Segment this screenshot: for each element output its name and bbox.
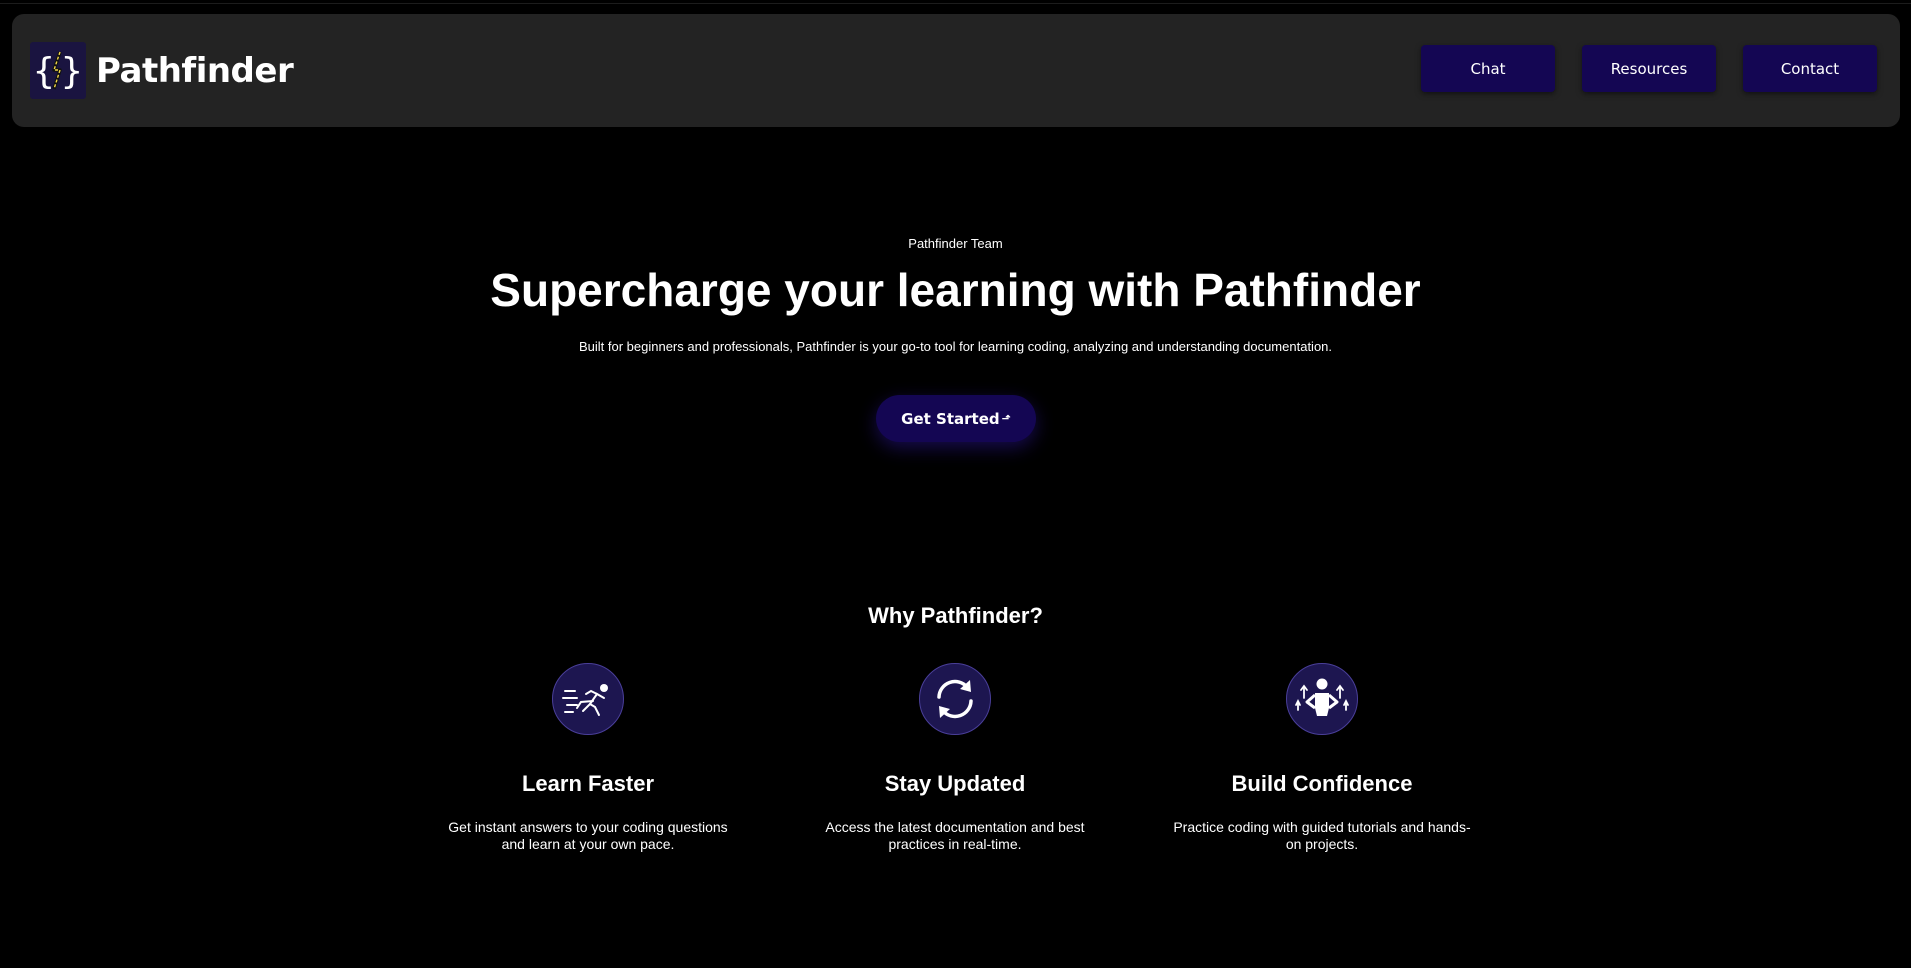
nav-resources-button[interactable]: Resources xyxy=(1582,45,1716,92)
confident-person-icon xyxy=(1286,663,1358,735)
navbar: { } Pathfinder Chat Resources Contact xyxy=(12,14,1900,127)
svg-text:{: { xyxy=(33,51,55,92)
hero-eyebrow: Pathfinder Team xyxy=(908,236,1003,251)
feature-stay-updated: Stay Updated Access the latest documenta… xyxy=(795,663,1115,853)
hero-subtitle: Built for beginners and professionals, P… xyxy=(578,339,1333,354)
feature-description: Practice coding with guided tutorials an… xyxy=(1173,819,1471,852)
svg-text:}: } xyxy=(61,51,83,92)
running-person-icon xyxy=(552,663,624,735)
brand-name: Pathfinder xyxy=(96,50,294,91)
nav-chat-button[interactable]: Chat xyxy=(1421,45,1555,92)
feature-title: Build Confidence xyxy=(1231,771,1413,796)
arrow-icon: ⬏ xyxy=(1001,412,1011,425)
feature-title: Learn Faster xyxy=(521,771,655,796)
top-divider xyxy=(0,3,1911,4)
get-started-label: Get Started xyxy=(901,409,1000,428)
feature-description: Get instant answers to your coding quest… xyxy=(448,819,728,852)
why-title: Why Pathfinder? xyxy=(868,603,1043,628)
feature-title: Stay Updated xyxy=(884,771,1026,796)
code-braces-lightning-icon: { } xyxy=(30,42,86,99)
refresh-icon xyxy=(919,663,991,735)
feature-build-confidence: Build Confidence Practice coding with gu… xyxy=(1162,663,1482,853)
feature-learn-faster: Learn Faster Get instant answers to your… xyxy=(428,663,748,853)
hero-title: Supercharge your learning with Pathfinde… xyxy=(490,264,1421,316)
get-started-button[interactable]: Get Started ⬏ xyxy=(876,395,1036,442)
feature-description: Access the latest documentation and best… xyxy=(825,819,1085,852)
brand[interactable]: { } Pathfinder xyxy=(30,42,294,99)
nav-contact-button[interactable]: Contact xyxy=(1743,45,1877,92)
